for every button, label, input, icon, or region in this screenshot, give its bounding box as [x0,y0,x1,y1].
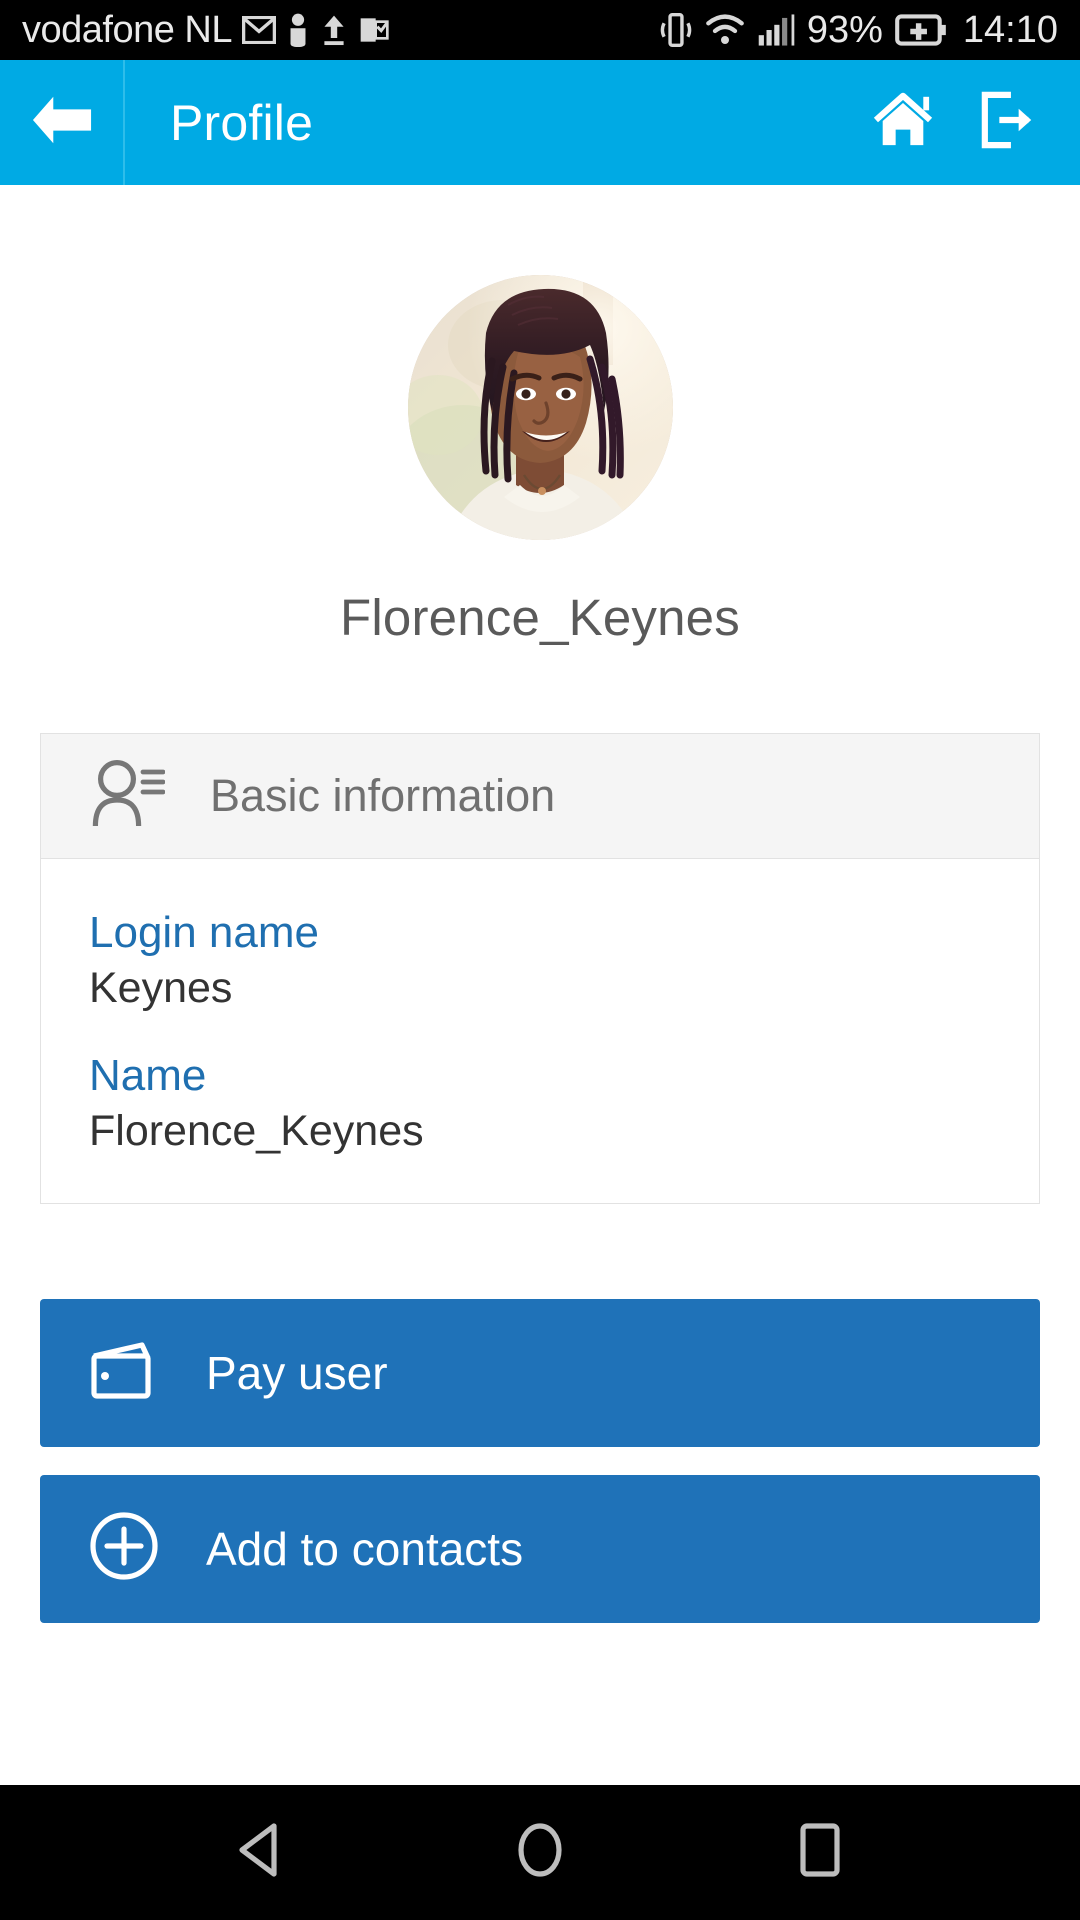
home-button[interactable] [872,92,934,154]
add-circle-icon [88,1510,160,1587]
nav-home-button[interactable] [495,1808,585,1898]
upload-icon [320,14,348,46]
basic-information-card: Basic information Login name Keynes Name… [40,733,1040,1204]
avatar[interactable] [407,275,673,540]
status-bar-left: vodafone NL [22,9,659,52]
person-notification-icon [286,13,310,47]
gmail-icon [242,16,276,44]
logout-button[interactable] [978,91,1040,154]
wifi-icon [705,14,745,46]
nav-recents-icon [798,1822,842,1883]
wallet-icon [88,1338,160,1407]
app-bar-actions [872,91,1080,154]
action-label: Pay user [206,1346,388,1399]
profile-display-name: Florence_Keynes [340,589,740,646]
nav-back-icon [234,1822,286,1883]
battery-percent-label: 93% [806,8,883,51]
basic-information-title: Basic information [210,770,556,821]
back-arrow-icon [31,94,93,151]
field-name: Name Florence_Keynes [89,1048,991,1159]
contact-details-icon [89,758,166,835]
action-buttons: Pay user Add to contacts [40,1298,1040,1623]
basic-information-body: Login name Keynes Name Florence_Keynes [41,859,1039,1203]
status-bar-right: 93% 14:10 [659,9,1058,52]
field-label: Name [89,1050,207,1100]
app-bar: Profile [0,60,1080,185]
vibrate-icon [659,11,693,49]
basic-information-header: Basic information [41,734,1039,859]
home-icon [872,91,934,154]
field-label: Login name [89,908,319,957]
page-title: Profile [170,94,314,151]
field-value: Keynes [89,964,233,1012]
avatar-container [0,275,1080,540]
action-label: Add to contacts [206,1522,524,1575]
field-value: Florence_Keynes [89,1106,424,1155]
pay-user-button[interactable]: Pay user [40,1298,1040,1447]
logout-icon [980,91,1038,154]
field-login-name: Login name Keynes [89,905,991,1016]
android-nav-bar [0,1785,1080,1920]
nav-recents-button[interactable] [775,1808,865,1898]
user-avatar-photo [407,275,673,540]
signal-icon [757,14,795,46]
battery-charging-icon [895,13,947,47]
nav-home-icon [515,1822,565,1883]
profile-content: Florence_Keynes Basic information Login … [0,185,1080,1785]
back-button[interactable] [0,60,125,185]
carrier-label: vodafone NL [22,8,233,51]
outlook-icon [358,15,390,45]
add-to-contacts-button[interactable]: Add to contacts [40,1474,1040,1623]
status-bar: vodafone NL 93% 14:10 [0,0,1080,60]
nav-back-button[interactable] [215,1808,305,1898]
phone-screen: vodafone NL 93% 14:10 Profile Florence_K… [0,0,1080,1920]
clock-label: 14:10 [962,8,1058,51]
